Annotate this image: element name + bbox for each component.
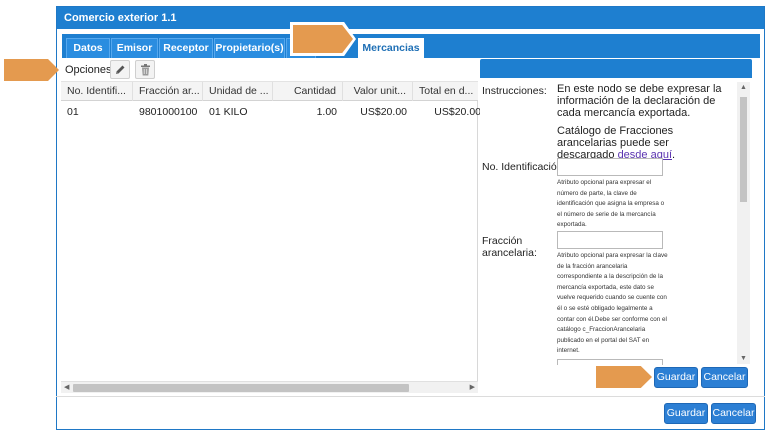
- delete-button[interactable]: [135, 60, 155, 79]
- trash-icon: [140, 63, 150, 75]
- footer-save-button[interactable]: Guardar: [664, 403, 708, 424]
- next-field-input[interactable]: [557, 359, 663, 365]
- tab-bar: Datos Emisor Receptor Propietario(s) D M…: [62, 34, 760, 58]
- page: Comercio exterior 1.1 Datos Emisor Recep…: [0, 0, 768, 437]
- footer-cancel-button[interactable]: Cancelar: [711, 403, 756, 424]
- tab-propietarios[interactable]: Propietario(s): [214, 38, 285, 58]
- tab-datos[interactable]: Datos: [66, 38, 110, 58]
- horizontal-scroll-thumb[interactable]: [73, 384, 409, 392]
- scroll-down-icon[interactable]: ▼: [740, 355, 747, 362]
- fraccion-arancelaria-help: Atributo opcional para expresar la clave…: [557, 252, 668, 355]
- catalog-text: Catálogo de Fracciones arancelarias pued…: [557, 125, 697, 161]
- grid-header: No. Identifi... Fracción ar... Unidad de…: [61, 81, 478, 101]
- scroll-right-icon[interactable]: ▶: [470, 382, 475, 394]
- tab-receptor[interactable]: Receptor: [159, 38, 213, 58]
- catalog-text-end: .: [672, 149, 676, 161]
- column-header-unidad[interactable]: Unidad de ...: [203, 82, 273, 101]
- annotation-arrow-tab: [293, 25, 353, 53]
- cell-unidad: 01 KILO: [209, 106, 248, 118]
- no-identificacion-input[interactable]: [557, 158, 663, 176]
- cell-total: US$20.00: [434, 106, 481, 118]
- pencil-edit-icon: [115, 65, 124, 74]
- annotation-arrow-options: [4, 59, 59, 81]
- cell-cantidad: 1.00: [316, 106, 337, 118]
- horizontal-scrollbar[interactable]: ◀ ▶: [61, 381, 478, 393]
- cell-no-identificacion: 01: [67, 106, 79, 118]
- detail-panel: Instrucciones: En este nodo se debe expr…: [480, 78, 752, 365]
- column-header-fraccion[interactable]: Fracción ar...: [133, 82, 203, 101]
- column-header-cantidad[interactable]: Cantidad: [273, 82, 343, 101]
- footer-divider: [56, 396, 765, 397]
- no-identificacion-help: Atributo opcional para expresar el númer…: [557, 179, 665, 229]
- vertical-scrollbar[interactable]: ▲ ▼: [737, 82, 750, 364]
- tab-mercancias[interactable]: Mercancias: [358, 38, 424, 58]
- detail-panel-header: [480, 59, 752, 78]
- vertical-scroll-thumb[interactable]: [740, 97, 747, 202]
- panel-save-button[interactable]: Guardar: [654, 367, 698, 388]
- instructions-label: Instrucciones:: [482, 85, 547, 97]
- merchandise-grid: No. Identifi... Fracción ar... Unidad de…: [61, 81, 481, 393]
- scroll-up-icon[interactable]: ▲: [740, 84, 747, 91]
- fraccion-arancelaria-input[interactable]: [557, 231, 663, 249]
- panel-cancel-button[interactable]: Cancelar: [701, 367, 748, 388]
- column-header-valor-unitario[interactable]: Valor unit...: [343, 82, 413, 101]
- fraccion-arancelaria-label: Fracción arancelaria:: [482, 235, 537, 259]
- window-title: Comercio exterior 1.1: [57, 7, 764, 29]
- cell-valor-unitario: US$20.00: [360, 106, 407, 118]
- scroll-left-icon[interactable]: ◀: [64, 382, 69, 394]
- tab-emisor[interactable]: Emisor: [111, 38, 158, 58]
- cell-fraccion: 9801000100: [139, 106, 198, 118]
- edit-button[interactable]: [110, 60, 130, 79]
- no-identificacion-label: No. Identificación:: [482, 161, 566, 173]
- annotation-arrow-save: [596, 366, 652, 388]
- column-header-no-identificacion[interactable]: No. Identifi...: [61, 82, 133, 101]
- options-label: Opciones:: [65, 64, 115, 76]
- column-header-total[interactable]: Total en d...: [413, 82, 479, 101]
- instructions-text: En este nodo se debe expresar la informa…: [557, 83, 722, 119]
